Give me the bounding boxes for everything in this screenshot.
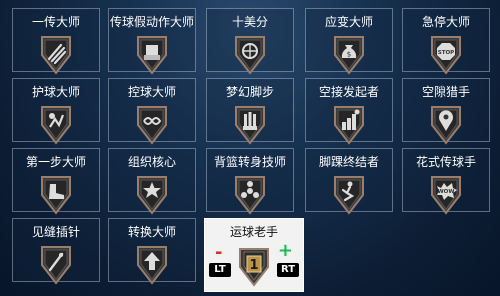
badge-tile[interactable]: 空隙猎手 <box>402 78 490 145</box>
badge-label: 空接发起者 <box>318 85 379 99</box>
badge-tile[interactable]: 传球假动作大师 <box>108 8 196 75</box>
badge-tile[interactable]: 急停大师 STOP <box>402 8 490 75</box>
svg-text:WOW: WOW <box>438 189 455 195</box>
badge-tile[interactable]: 转换大师 <box>108 218 196 285</box>
badge-selection-screen: 一传大师 传球假动作大师 十美分 应变大师 $ 急停大师 STOP 护球大师 控球大师 梦幻脚步 空… <box>0 0 500 296</box>
badge-label: 组织核心 <box>127 155 176 169</box>
alley-oop-icon <box>332 103 366 145</box>
badge-tile[interactable]: 背篮转身技师 <box>206 148 294 215</box>
badge-label: 护球大师 <box>31 85 80 99</box>
money-bag-icon: $ <box>332 33 366 75</box>
increase-tier-button[interactable]: + <box>278 242 293 260</box>
selected-badge-label: 运球老手 <box>229 225 278 239</box>
badge-label: 花式传球手 <box>415 155 476 169</box>
gap-pin-icon <box>429 103 463 145</box>
svg-text:$: $ <box>347 51 351 59</box>
decrease-tier-button[interactable]: - <box>215 244 222 262</box>
badge-tile[interactable]: 梦幻脚步 <box>206 78 294 145</box>
badge-label: 控球大师 <box>127 85 176 99</box>
dream-shake-icon <box>233 103 267 145</box>
fake-pass-icon <box>135 33 169 75</box>
badge-label: 传球假动作大师 <box>109 15 194 29</box>
tier-number: 1 <box>249 258 258 273</box>
badge-tile[interactable]: 应变大师 $ <box>305 8 393 75</box>
badge-label: 梦幻脚步 <box>225 85 274 99</box>
badge-tile[interactable]: 十美分 <box>206 8 294 75</box>
badge-label: 脚踝终结者 <box>318 155 379 169</box>
badge-tile[interactable]: 脚踝终结者 <box>305 148 393 215</box>
selected-badge-tile[interactable]: 运球老手 - + LT RT 1 <box>204 218 304 292</box>
badge-tile[interactable]: 控球大师 <box>108 78 196 145</box>
rt-button-hint: RT <box>277 263 299 277</box>
svg-text:STOP: STOP <box>438 50 454 56</box>
lt-button-hint: LT <box>209 263 231 277</box>
dribble-loop-icon <box>135 103 169 145</box>
badge-label: 空隙猎手 <box>421 85 470 99</box>
badge-tile[interactable]: 组织核心 <box>108 148 196 215</box>
floor-general-icon <box>135 173 169 215</box>
pass-hand-icon <box>39 33 73 75</box>
spin-icon <box>233 173 267 215</box>
ankle-breaker-icon <box>332 173 366 215</box>
badge-label: 见缝插针 <box>31 225 80 239</box>
badge-label: 转换大师 <box>127 225 176 239</box>
badge-label: 背篮转身技师 <box>213 155 286 169</box>
badge-label: 一传大师 <box>31 15 80 29</box>
badge-tile[interactable]: 花式传球手 WOW <box>402 148 490 215</box>
badge-label: 第一步大师 <box>25 155 86 169</box>
badge-label: 急停大师 <box>421 15 470 29</box>
ball-protect-icon <box>39 103 73 145</box>
badge-tile[interactable]: 护球大师 <box>12 78 100 145</box>
stop-sign-icon: STOP <box>429 33 463 75</box>
first-step-shoe-icon <box>39 173 73 215</box>
transition-arrow-icon <box>135 243 169 285</box>
badge-label: 应变大师 <box>324 15 373 29</box>
badge-label: 十美分 <box>231 15 268 29</box>
badge-tile[interactable]: 空接发起者 <box>305 78 393 145</box>
badge-tile[interactable]: 第一步大师 <box>12 148 100 215</box>
tier-badge-icon: 1 <box>237 245 271 287</box>
wow-flashy-pass-icon: WOW <box>429 173 463 215</box>
badge-tile[interactable]: 见缝插针 <box>12 218 100 285</box>
dime-ball-icon <box>233 33 267 75</box>
badge-tile[interactable]: 一传大师 <box>12 8 100 75</box>
needle-icon <box>39 243 73 285</box>
